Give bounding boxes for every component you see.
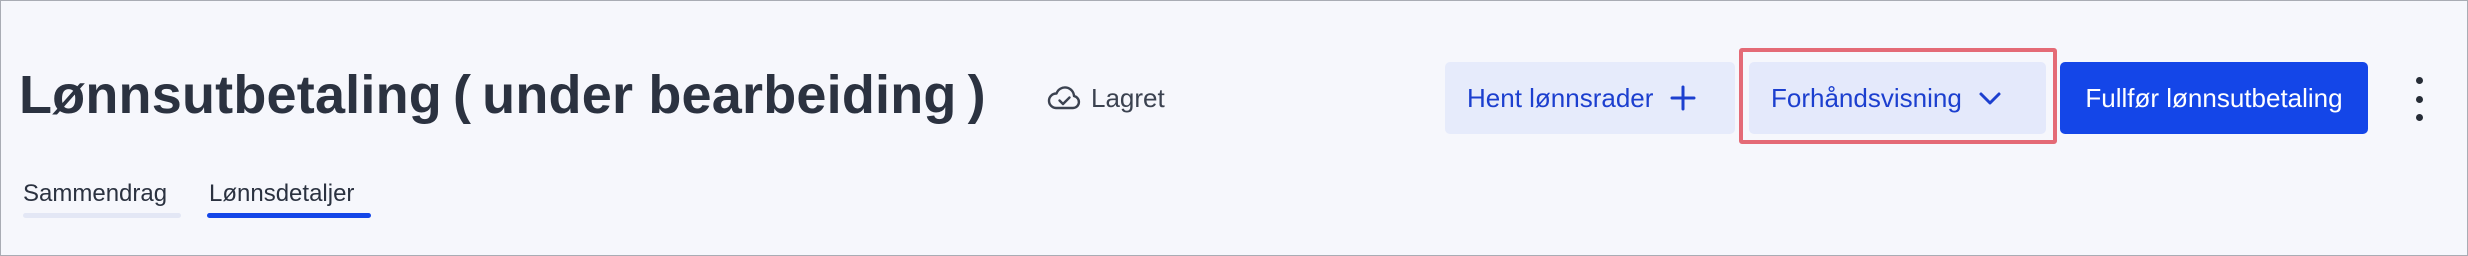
fullfor-lonnsutbetaling-button[interactable]: Fullfør lønnsutbetaling — [2060, 62, 2368, 134]
tab-sammendrag[interactable]: Sammendrag — [23, 179, 167, 209]
forhandsvisning-dropdown-button[interactable]: Forhåndsvisning — [1749, 62, 2046, 134]
tab-lonnsdetaljer[interactable]: Lønnsdetaljer — [209, 179, 354, 209]
save-status-label: Lagret — [1091, 83, 1165, 113]
kebab-dot — [2415, 114, 2423, 121]
chevron-down-icon — [1979, 92, 2001, 105]
tab-lonnsdetaljer-active-indicator — [207, 213, 371, 218]
plus-icon — [1670, 85, 1696, 111]
page-header-panel: Lønnsutbetaling ( under bearbeiding ) La… — [0, 0, 2468, 256]
save-status: Lagret — [1047, 81, 1165, 115]
cloud-check-icon — [1047, 86, 1081, 110]
hent-lonnsrader-label: Hent lønnsrader — [1467, 82, 1654, 113]
kebab-menu-icon[interactable] — [2405, 77, 2433, 121]
forhandsvisning-label: Forhåndsvisning — [1771, 82, 1962, 113]
fullfor-lonnsutbetaling-label: Fullfør lønnsutbetaling — [2085, 82, 2343, 113]
kebab-dot — [2415, 77, 2423, 84]
page-title: Lønnsutbetaling ( under bearbeiding ) — [19, 65, 986, 125]
hent-lonnsrader-button[interactable]: Hent lønnsrader — [1445, 62, 1735, 134]
kebab-dot — [2415, 95, 2423, 103]
tab-sammendrag-underline — [23, 213, 181, 218]
